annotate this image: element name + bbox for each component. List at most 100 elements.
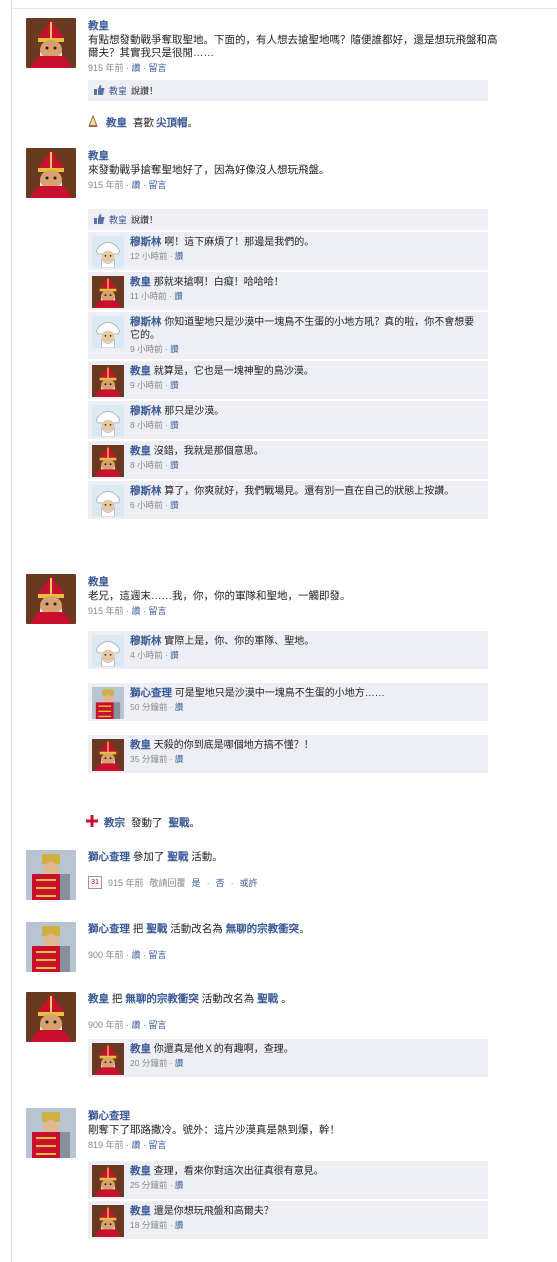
cross-icon xyxy=(86,815,98,830)
avatar[interactable] xyxy=(26,850,76,900)
liker-name[interactable]: 教皇 xyxy=(109,213,127,226)
comment-link[interactable]: 留言 xyxy=(149,606,167,616)
comment-item: 穆斯林 實際上是，你、你的軍隊、聖地。 4 小時前 · 讚 xyxy=(88,631,488,669)
actor-name[interactable]: 教宗 xyxy=(104,815,125,830)
commenter-name[interactable]: 教皇 xyxy=(130,365,151,377)
commenter-name[interactable]: 教皇 xyxy=(130,1043,151,1055)
commenter-name[interactable]: 穆斯林 xyxy=(130,485,162,497)
avatar[interactable] xyxy=(92,316,124,348)
comment-item: 教皇 還是你想玩飛盤和高爾夫？ 18 分鐘前 · 讚 xyxy=(88,1201,488,1239)
like-link[interactable]: 讚 xyxy=(132,63,141,73)
author-name[interactable]: 教皇 xyxy=(88,993,109,1005)
comment-link[interactable]: 留言 xyxy=(149,950,167,960)
comment-item: 穆斯林 算了，你爽就好，我們戰場見。還有別一直在自己的狀態上按讚。 6 小時前 ·… xyxy=(88,481,488,519)
avatar[interactable] xyxy=(92,1205,124,1237)
like-link[interactable]: 讚 xyxy=(175,702,184,712)
avatar[interactable] xyxy=(92,236,124,268)
commenter-name[interactable]: 教皇 xyxy=(130,739,151,751)
commenter-name[interactable]: 教皇 xyxy=(130,445,151,457)
avatar[interactable] xyxy=(26,148,76,198)
like-link[interactable]: 讚 xyxy=(132,180,141,190)
event-link[interactable]: 無聊的宗教衝突 xyxy=(226,923,300,935)
commenter-name[interactable]: 教皇 xyxy=(130,276,151,288)
liker-name[interactable]: 教皇 xyxy=(109,84,127,97)
post-meta: 915 年前 · 讚 · 留言 xyxy=(88,180,167,190)
comment-link[interactable]: 留言 xyxy=(149,1020,167,1030)
rsvp-yes[interactable]: 是 xyxy=(192,876,201,889)
author-name[interactable]: 教皇 xyxy=(88,148,546,163)
like-link[interactable]: 讚 xyxy=(174,291,183,301)
like-link[interactable]: 讚 xyxy=(132,1020,141,1030)
avatar[interactable] xyxy=(92,405,124,437)
commenter-name[interactable]: 教皇 xyxy=(130,1205,151,1217)
like-link[interactable]: 讚 xyxy=(170,650,179,660)
activity-story: 教宗 發動了 聖戰。 xyxy=(86,815,200,830)
like-link[interactable]: 讚 xyxy=(132,950,141,960)
like-link[interactable]: 讚 xyxy=(170,460,179,470)
rsvp-no[interactable]: 否 xyxy=(216,876,225,889)
comment-item: 教皇 你還真是他Ｘ的有趣啊，查理。 20 分鐘前 · 讚 xyxy=(88,1039,488,1077)
thumbs-up-icon xyxy=(93,213,105,226)
event-link[interactable]: 聖戰 xyxy=(146,923,167,935)
object-link[interactable]: 尖頂帽 xyxy=(156,115,188,130)
avatar[interactable] xyxy=(26,922,76,972)
commenter-name[interactable]: 穆斯林 xyxy=(130,236,162,248)
like-link[interactable]: 讚 xyxy=(170,420,179,430)
avatar[interactable] xyxy=(26,18,76,68)
comment-item: 穆斯林 啊！這下麻煩了！那邊是我們的。 12 小時前 · 讚 xyxy=(88,232,488,270)
commenter-name[interactable]: 穆斯林 xyxy=(130,635,162,647)
author-name[interactable]: 獅心查理 xyxy=(88,1108,546,1123)
avatar[interactable] xyxy=(92,276,124,308)
event-link[interactable]: 無聊的宗教衝突 xyxy=(125,993,199,1005)
like-link[interactable]: 讚 xyxy=(170,380,179,390)
status-post: 教皇 老兄，這週末……我，你，你的軍隊和聖地，一觸即發。 915 年前 · 讚 … xyxy=(26,574,546,773)
avatar[interactable] xyxy=(92,687,124,719)
like-link[interactable]: 讚 xyxy=(175,1180,184,1190)
comment-item: 教皇 那就來搶啊！白癡！哈哈哈！ 11 小時前 · 讚 xyxy=(88,272,488,310)
comment-item: 教皇 查理，看來你對這次出征真很有意見。 25 分鐘前 · 讚 xyxy=(88,1161,488,1199)
commenter-name[interactable]: 穆斯林 xyxy=(130,405,162,417)
avatar[interactable] xyxy=(92,1043,124,1075)
event-post: 獅心查理 參加了 聖戰 活動。 31 915 年前 敬請回覆 是 · 否 · 或… xyxy=(26,850,546,900)
avatar[interactable] xyxy=(92,485,124,517)
status-post: 教皇 有點想發動戰爭奪取聖地。下面的，有人想去搶聖地嗎？隨便誰都好，還是想玩飛盤… xyxy=(26,18,546,101)
like-link[interactable]: 讚 xyxy=(175,1220,184,1230)
author-name[interactable]: 教皇 xyxy=(88,18,546,33)
avatar[interactable] xyxy=(26,574,76,624)
object-link[interactable]: 聖戰 xyxy=(169,815,190,830)
avatar[interactable] xyxy=(92,445,124,477)
activity-story: 教皇 喜歡 尖頂帽。 xyxy=(86,114,198,131)
avatar[interactable] xyxy=(26,1108,76,1158)
rsvp-maybe[interactable]: 或許 xyxy=(240,876,258,889)
comment-link[interactable]: 留言 xyxy=(149,1140,167,1150)
author-name[interactable]: 教皇 xyxy=(88,574,546,589)
comment-item: 穆斯林 你知道聖地只是沙漠中一塊鳥不生蛋的小地方吼？真的啦，你不會想要它的。 9 … xyxy=(88,312,488,359)
avatar[interactable] xyxy=(92,635,124,667)
avatar[interactable] xyxy=(92,1165,124,1197)
like-link[interactable]: 讚 xyxy=(175,251,184,261)
commenter-name[interactable]: 教皇 xyxy=(130,1165,151,1177)
avatar[interactable] xyxy=(92,365,124,397)
commenter-name[interactable]: 獅心查理 xyxy=(130,687,172,699)
author-name[interactable]: 獅心查理 xyxy=(88,923,130,935)
event-link[interactable]: 聖戰 xyxy=(257,993,278,1005)
comment-link[interactable]: 留言 xyxy=(149,180,167,190)
like-link[interactable]: 讚 xyxy=(170,344,179,354)
like-link[interactable]: 讚 xyxy=(175,1058,184,1068)
avatar[interactable] xyxy=(26,992,76,1042)
like-link[interactable]: 讚 xyxy=(132,606,141,616)
like-link[interactable]: 讚 xyxy=(170,500,179,510)
comment-link[interactable]: 留言 xyxy=(149,63,167,73)
author-name[interactable]: 獅心查理 xyxy=(88,851,130,863)
post-text: 有點想發動戰爭奪取聖地。下面的，有人想去搶聖地嗎？隨便誰都好，還是想玩飛盤和高爾… xyxy=(88,34,498,59)
likes-bar: 教皇 說讚！ xyxy=(88,80,488,101)
actor-name[interactable]: 教皇 xyxy=(106,115,127,130)
like-link[interactable]: 讚 xyxy=(175,754,184,764)
post-text: 剛奪下了耶路撒冷。號外：這片沙漠真是熱到爆，幹！ xyxy=(88,1124,340,1136)
event-post: 教皇 把 無聊的宗教衝突 活動改名為 聖戰 。 900 年前 · 讚 · 留言 … xyxy=(26,992,546,1077)
like-link[interactable]: 讚 xyxy=(132,1140,141,1150)
event-link[interactable]: 聖戰 xyxy=(167,851,188,863)
avatar[interactable] xyxy=(92,739,124,771)
rsvp-row: 31 915 年前 敬請回覆 是 · 否 · 或許 xyxy=(88,876,546,889)
commenter-name[interactable]: 穆斯林 xyxy=(130,316,162,328)
